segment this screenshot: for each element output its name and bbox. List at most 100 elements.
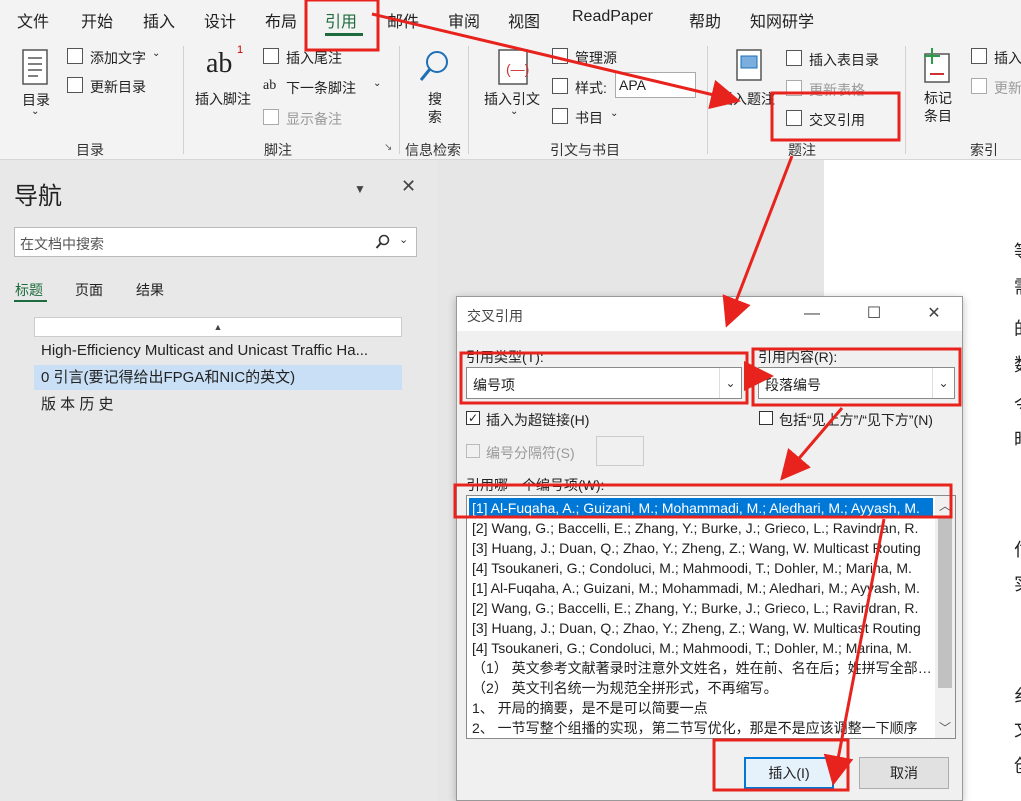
add-text-button[interactable]: 添加文字: [90, 48, 146, 68]
bibliography-button[interactable]: 书目: [575, 108, 603, 128]
group-label-captions: 题注: [788, 142, 816, 158]
tab-file[interactable]: 文件: [17, 8, 49, 32]
ribbon-tab-bar: 文件 开始 插入 设计 布局 引用 邮件 审阅 视图 ReadPaper 帮助 …: [0, 0, 1021, 38]
insert-tof-button[interactable]: 插入表目录: [809, 50, 879, 70]
update-index-icon: [971, 78, 987, 94]
doc-text-fragment: 等: [1014, 238, 1021, 264]
maximize-icon[interactable]: ☐: [859, 301, 889, 327]
update-toc-icon: [67, 77, 83, 93]
nav-title: 导航: [14, 183, 62, 210]
tab-review[interactable]: 审阅: [448, 8, 480, 32]
style-select[interactable]: APA: [615, 72, 696, 98]
next-footnote-button[interactable]: 下一条脚注: [286, 78, 356, 98]
list-item[interactable]: （1） 英文参考文献著录时注意外文姓名，姓在前、名在后；姓拼写全部大写: [469, 658, 933, 678]
show-notes-icon: [263, 109, 279, 125]
mark-entry-icon: [924, 48, 950, 83]
tab-help[interactable]: 帮助: [689, 8, 721, 32]
list-item[interactable]: 2、 一节写整个组播的实现，第二节写优化，那是不是应该调整一下顺序: [469, 718, 933, 738]
nav-search-input[interactable]: 在文档中搜索 ⌄: [14, 227, 417, 257]
navigation-pane: 导航 ▼ ✕ 在文档中搜索 ⌄ 标题 页面 结果 ▲ High-Efficien…: [0, 160, 437, 801]
include-above-below-label: 包括“见上方”/“见下方”(N): [779, 412, 933, 428]
list-item[interactable]: [3] Huang, J.; Duan, Q.; Zhao, Y.; Zheng…: [469, 538, 933, 558]
group-label-research: 信息检索: [405, 142, 461, 158]
scrollbar-thumb[interactable]: [938, 518, 952, 688]
include-above-below-checkbox[interactable]: [759, 411, 773, 425]
cancel-button[interactable]: 取消: [859, 757, 949, 789]
tab-design[interactable]: 设计: [204, 8, 236, 32]
list-item[interactable]: [4] Tsoukaneri, G.; Condoluci, M.; Mahmo…: [469, 638, 933, 658]
nav-tab-pages[interactable]: 页面: [75, 280, 103, 300]
separator-input[interactable]: [596, 436, 644, 466]
close-icon[interactable]: ✕: [401, 176, 416, 197]
dialog-titlebar[interactable]: 交叉引用 — ☐ ✕: [457, 297, 962, 331]
insert-endnote-button[interactable]: 插入尾注: [286, 48, 342, 68]
insert-footnote-label: 插入脚注: [195, 91, 251, 107]
insert-endnote-icon: [263, 48, 279, 64]
tab-view[interactable]: 视图: [508, 8, 540, 32]
list-item[interactable]: [1] Al-Fuqaha, A.; Guizani, M.; Mohammad…: [469, 498, 933, 518]
search-icon[interactable]: [375, 234, 391, 250]
tab-readpaper[interactable]: ReadPaper: [572, 8, 653, 26]
cross-reference-dialog: 交叉引用 — ☐ ✕ 引用类型(T): 编号项 ⌄ 引用内容(R): 段落编号 …: [456, 296, 963, 801]
insert-button[interactable]: 插入(I): [744, 757, 834, 789]
which-item-label: 引用哪一个编号项(W):: [466, 477, 605, 493]
ref-content-select[interactable]: 段落编号 ⌄: [758, 367, 955, 399]
list-item[interactable]: [1] Al-Fuqaha, A.; Guizani, M.; Mohammad…: [469, 578, 933, 598]
insert-index-button[interactable]: 插入: [994, 48, 1021, 68]
hyperlink-checkbox[interactable]: ✓: [466, 411, 480, 425]
list-item[interactable]: [3] Huang, J.; Duan, Q.; Zhao, Y.; Zheng…: [469, 618, 933, 638]
footnote-superscript: 1: [237, 44, 244, 56]
nav-heading-item[interactable]: High-Efficiency Multicast and Unicast Tr…: [34, 338, 402, 363]
style-icon: [552, 78, 568, 94]
tab-insert[interactable]: 插入: [143, 8, 175, 32]
chevron-down-icon: ⌄: [610, 108, 619, 119]
group-separator: [905, 46, 906, 154]
tab-home[interactable]: 开始: [81, 8, 113, 32]
nav-tab-results[interactable]: 结果: [136, 280, 164, 300]
update-index-button[interactable]: 更新: [994, 78, 1021, 98]
group-label-footnotes: 脚注: [264, 142, 292, 158]
tab-mailings[interactable]: 邮件: [387, 8, 419, 32]
ref-content-value: 段落编号: [765, 377, 821, 393]
ref-type-label: 引用类型(T):: [466, 349, 544, 365]
update-toc-button[interactable]: 更新目录: [90, 77, 146, 97]
group-separator: [399, 46, 400, 154]
nav-heading-item[interactable]: 0 引言(要记得给出FPGA和NIC的英文): [34, 365, 402, 390]
ribbon: 目录 ⌄ 添加文字 ⌄ 更新目录 目录 ab 1 插入脚注 插入尾注 ab 下一…: [0, 38, 1021, 160]
listbox-scrollbar[interactable]: ︿ ﹀: [935, 496, 955, 738]
collapse-all-icon[interactable]: ▲: [34, 317, 402, 337]
ref-type-select[interactable]: 编号项 ⌄: [466, 367, 742, 399]
list-item[interactable]: [4] Tsoukaneri, G.; Condoluci, M.; Mahmo…: [469, 558, 933, 578]
nav-options-icon[interactable]: ▼: [354, 182, 366, 196]
tab-cnki[interactable]: 知网研学: [750, 8, 814, 32]
dialog-launcher-icon[interactable]: ↘: [384, 142, 392, 153]
list-item[interactable]: 1、 开局的摘要，是不是可以简要一点: [469, 698, 933, 718]
nav-tab-headings[interactable]: 标题: [15, 280, 43, 300]
chevron-up-icon[interactable]: ︿: [935, 496, 955, 516]
update-table-button[interactable]: 更新表格: [809, 80, 865, 100]
group-separator: [183, 46, 184, 154]
chevron-down-icon[interactable]: ﹀: [935, 718, 955, 738]
list-item[interactable]: [2] Wang, G.; Baccelli, E.; Zhang, Y.; B…: [469, 598, 933, 618]
doc-text-fragment: 的: [1014, 315, 1021, 341]
tab-references[interactable]: 引用: [325, 8, 357, 32]
nav-heading-item[interactable]: 版 本 历 史: [34, 392, 402, 417]
mark-entry-label: 标记 条目: [924, 90, 952, 124]
close-icon[interactable]: ✕: [919, 301, 949, 327]
group-separator: [468, 46, 469, 154]
doc-text-fragment: 令: [1014, 391, 1021, 417]
list-item[interactable]: （2） 英文刊名统一为规范全拼形式，不再缩写。: [469, 678, 933, 698]
add-text-icon: [67, 48, 83, 64]
manage-sources-button[interactable]: 管理源: [575, 48, 617, 68]
chevron-down-icon[interactable]: ⌄: [399, 233, 408, 246]
cross-reference-button[interactable]: 交叉引用: [809, 110, 865, 130]
tab-layout[interactable]: 布局: [265, 8, 297, 32]
numbered-items-listbox[interactable]: [1] Al-Fuqaha, A.; Guizani, M.; Mohammad…: [466, 495, 956, 739]
doc-text-fragment: 数: [1014, 351, 1021, 377]
separator-checkbox[interactable]: [466, 444, 480, 458]
list-item[interactable]: [2] Wang, G.; Baccelli, E.; Zhang, Y.; B…: [469, 518, 933, 538]
minimize-icon[interactable]: —: [797, 301, 827, 327]
next-footnote-icon: ab: [263, 78, 277, 93]
show-notes-button[interactable]: 显示备注: [286, 109, 342, 129]
separator-label: 编号分隔符(S): [486, 445, 575, 461]
